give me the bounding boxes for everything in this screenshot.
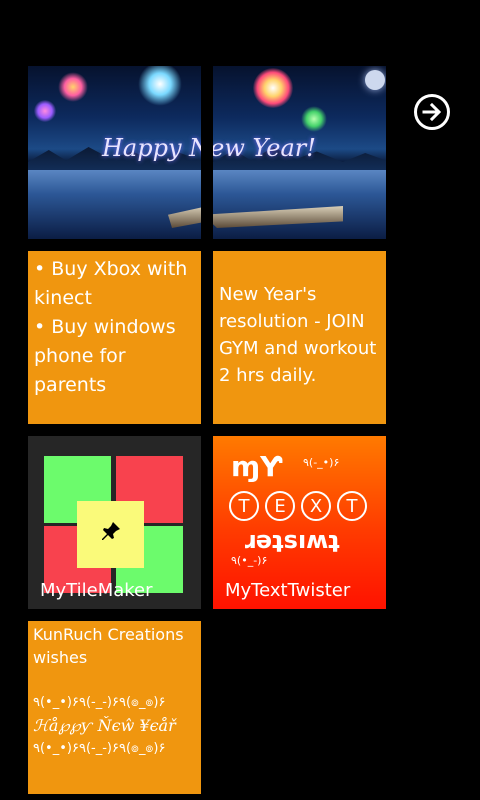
firework	[58, 72, 88, 102]
photo-tile-left[interactable]: Happy New Year!	[28, 66, 201, 239]
kunruch-faces: ٩(•_•)۶٩(-_-)۶٩(๏_๏)۶	[33, 741, 166, 756]
tile-label: MyTileMaker	[40, 580, 153, 601]
twister-face-bottom: ٩(•_-)۶	[231, 554, 268, 567]
circle-letter: X	[301, 491, 331, 521]
circle-letter: T	[337, 491, 367, 521]
moon	[365, 70, 385, 90]
twister-circles: T E X T	[229, 491, 367, 521]
arrow-right-circle-icon[interactable]	[414, 94, 450, 130]
happy-new-year-text: Happy New Year!	[213, 134, 316, 162]
kunruch-line: KunRuch Creations wishes	[33, 625, 184, 667]
circle-letter: T	[229, 491, 259, 521]
firework	[138, 66, 182, 106]
happy-new-year-text: Happy New Year!	[102, 134, 201, 162]
firework	[253, 68, 293, 108]
lake	[28, 170, 201, 239]
note-line: • Buy Xbox with kinect	[34, 258, 188, 309]
note-text: • Buy Xbox with kinect • Buy windows pho…	[28, 251, 201, 404]
mytilemaker-tile[interactable]: MyTileMaker	[28, 436, 201, 609]
note-text: New Year's resolution - JOIN GYM and wor…	[219, 284, 377, 386]
kunruch-happy: ℋå℘℘ƴ Ňєŵ ¥єåř	[33, 716, 176, 735]
firework	[301, 106, 327, 132]
twister-upside-text: ɹǝʇsıʍʇ	[243, 526, 340, 554]
lake	[213, 170, 386, 239]
kunruch-faces: ٩(•_•)۶٩(-_-)۶٩(๏_๏)۶	[33, 695, 166, 710]
kunruch-tile[interactable]: KunRuch Creations wishes ٩(•_•)۶٩(-_-)۶٩…	[28, 621, 201, 794]
pin-icon	[102, 522, 120, 540]
kunruch-text: KunRuch Creations wishes ٩(•_•)۶٩(-_-)۶٩…	[28, 621, 201, 762]
circle-letter: E	[265, 491, 295, 521]
tile-label: MyTextTwister	[225, 580, 351, 601]
note-line: • Buy windows phone for parents	[34, 316, 176, 396]
note-tile-resolution[interactable]: New Year's resolution - JOIN GYM and wor…	[213, 251, 386, 424]
photo-tile-right[interactable]: Happy New Year!	[213, 66, 386, 239]
twister-my-text: ɱƳ	[231, 450, 283, 483]
mytexttwister-tile[interactable]: ɱƳ ٩(-_•)۶ T E X T ɹǝʇsıʍʇ ٩(•_-)۶ MyTex…	[213, 436, 386, 609]
twister-face-top: ٩(-_•)۶	[303, 456, 340, 469]
arrow-right-icon	[422, 102, 442, 122]
firework	[34, 100, 56, 122]
note-tile-xbox[interactable]: • Buy Xbox with kinect • Buy windows pho…	[28, 251, 201, 424]
